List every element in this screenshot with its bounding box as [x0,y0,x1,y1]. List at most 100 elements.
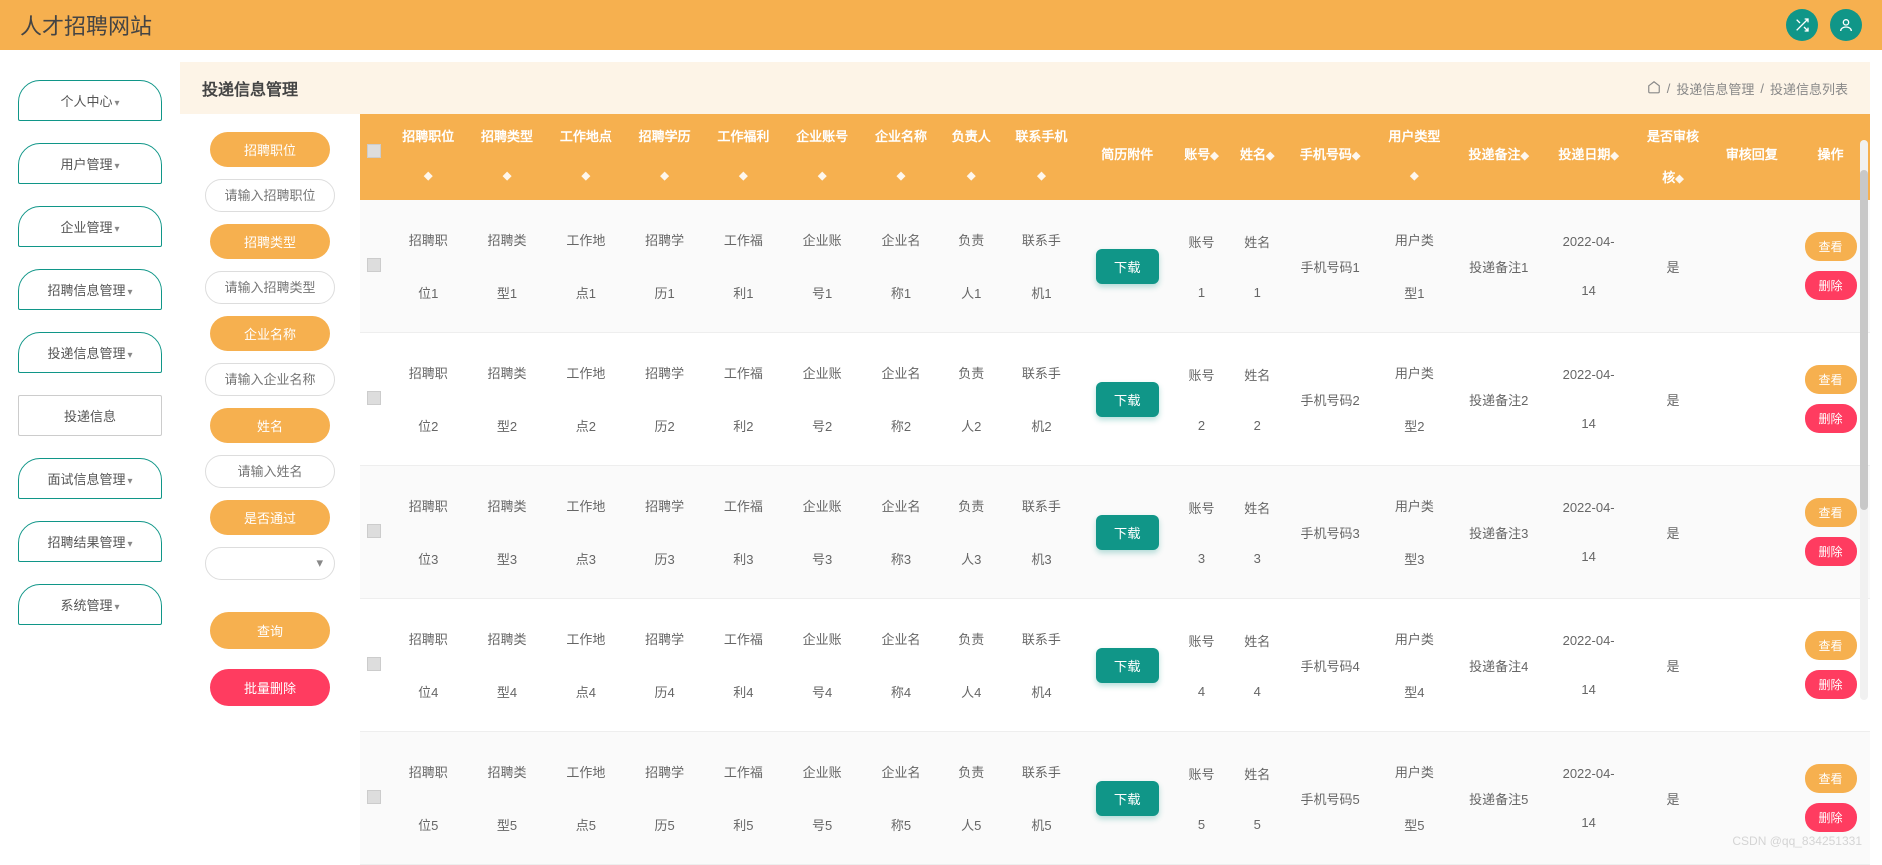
col-position[interactable]: 招聘职位 [393,126,464,145]
cell: 账号4 [1174,599,1230,732]
cell: 招聘职位3 [389,466,468,599]
row-checkbox[interactable] [367,258,381,272]
cell: 招聘职位2 [389,333,468,466]
col-attachment[interactable]: 简历附件 [1101,147,1153,162]
delete-button[interactable]: 删除 [1805,537,1857,566]
view-button[interactable]: 查看 [1805,764,1857,793]
col-education[interactable]: 招聘学历 [629,126,700,145]
cell: 工作福利4 [704,599,783,732]
sidebar-item-0[interactable]: 个人中心▾ [18,80,162,121]
row-checkbox[interactable] [367,391,381,405]
cell: 是 [1634,732,1713,865]
topbar-actions [1786,9,1862,41]
sidebar-item-7[interactable]: 招聘结果管理▾ [18,521,162,562]
cell: 招聘学历4 [625,599,704,732]
sidebar-item-2[interactable]: 企业管理▾ [18,206,162,247]
col-benefit[interactable]: 工作福利 [708,126,779,145]
sort-icon[interactable]: ◆ [660,170,668,182]
cell: 姓名4 [1229,599,1285,732]
col-remark[interactable]: 投递备注 [1468,147,1520,162]
cell: 工作地点5 [546,732,625,865]
sort-icon[interactable]: ◆ [967,170,975,182]
filter-input-type[interactable] [205,271,335,304]
col-account[interactable]: 账号 [1184,147,1210,162]
select-all-checkbox[interactable] [367,144,381,158]
sort-icon[interactable]: ◆ [503,170,511,182]
sort-icon[interactable]: ◆ [424,170,432,182]
download-button[interactable]: 下载 [1096,382,1159,417]
cell: 手机号码4 [1285,599,1375,732]
row-checkbox[interactable] [367,790,381,804]
row-checkbox[interactable] [367,524,381,538]
cell: 招聘学历1 [625,200,704,333]
sidebar-item-4[interactable]: 投递信息管理▾ [18,332,162,373]
view-button[interactable]: 查看 [1805,631,1857,660]
scrollbar-thumb[interactable] [1860,170,1868,510]
view-button[interactable]: 查看 [1805,365,1857,394]
view-button[interactable]: 查看 [1805,498,1857,527]
col-phone[interactable]: 联系手机 [1006,126,1077,145]
download-button[interactable]: 下载 [1096,781,1159,816]
download-button[interactable]: 下载 [1096,249,1159,284]
download-button[interactable]: 下载 [1096,515,1159,550]
user-icon[interactable] [1830,9,1862,41]
filter-input-position[interactable] [205,179,335,212]
col-reply[interactable]: 审核回复 [1726,147,1778,162]
view-button[interactable]: 查看 [1805,232,1857,261]
home-icon[interactable] [1647,80,1661,97]
cell: 招聘职位1 [389,200,468,333]
cell: 投递备注2 [1454,333,1544,466]
sort-icon[interactable]: ◆ [1037,170,1045,182]
sort-icon[interactable]: ◆ [1610,150,1618,162]
delete-button[interactable]: 删除 [1805,670,1857,699]
table-row: 招聘职位1招聘类型1工作地点1招聘学历1工作福利1企业账号1企业名称1负责人1联… [360,200,1870,333]
cell: 2022-04-14 [1544,599,1634,732]
cell: 姓名3 [1229,466,1285,599]
row-checkbox[interactable] [367,657,381,671]
col-date[interactable]: 投递日期 [1558,147,1610,162]
filter-select-pass[interactable] [205,547,335,580]
col-mobile[interactable]: 手机号码 [1300,147,1352,162]
filter-input-company[interactable] [205,363,335,396]
col-type[interactable]: 招聘类型 [472,126,543,145]
sidebar-item-5[interactable]: 投递信息 [18,395,162,436]
cell: 企业名称5 [862,732,941,865]
delete-button[interactable]: 删除 [1805,271,1857,300]
download-button[interactable]: 下载 [1096,648,1159,683]
chevron-down-icon: ▾ [114,602,119,613]
col-leader[interactable]: 负责人 [944,126,998,145]
scrollbar[interactable] [1860,140,1868,700]
sidebar-item-1[interactable]: 用户管理▾ [18,143,162,184]
query-button[interactable]: 查询 [210,612,330,649]
breadcrumb-item[interactable]: 投递信息列表 [1770,79,1848,98]
delete-button[interactable]: 删除 [1805,404,1857,433]
delete-button[interactable]: 删除 [1805,803,1857,832]
cell: 招聘类型5 [468,732,547,865]
sort-icon[interactable]: ◆ [1266,150,1274,162]
cell: 企业账号2 [783,333,862,466]
sort-icon[interactable]: ◆ [739,170,747,182]
sort-icon[interactable]: ◆ [1521,150,1529,162]
sort-icon[interactable]: ◆ [1352,150,1360,162]
chevron-down-icon: ▾ [114,224,119,235]
batch-delete-button[interactable]: 批量删除 [210,669,330,706]
filter-input-name[interactable] [205,455,335,488]
sort-icon[interactable]: ◆ [1675,173,1683,185]
breadcrumb-item[interactable]: 投递信息管理 [1676,79,1754,98]
col-location[interactable]: 工作地点 [550,126,621,145]
sort-icon[interactable]: ◆ [582,170,590,182]
sort-icon[interactable]: ◆ [897,170,905,182]
shuffle-icon[interactable] [1786,9,1818,41]
col-name[interactable]: 姓名 [1240,147,1266,162]
col-ops: 操作 [1818,147,1844,162]
col-acct[interactable]: 企业账号 [787,126,858,145]
sidebar-item-3[interactable]: 招聘信息管理▾ [18,269,162,310]
sidebar-item-8[interactable]: 系统管理▾ [18,584,162,625]
sort-icon[interactable]: ◆ [1410,170,1418,182]
sort-icon[interactable]: ◆ [1210,150,1218,162]
sidebar-item-6[interactable]: 面试信息管理▾ [18,458,162,499]
col-company[interactable]: 企业名称 [866,126,937,145]
sort-icon[interactable]: ◆ [818,170,826,182]
col-audit[interactable]: 是否审核 [1638,126,1709,145]
col-usertype[interactable]: 用户类型 [1379,126,1450,145]
